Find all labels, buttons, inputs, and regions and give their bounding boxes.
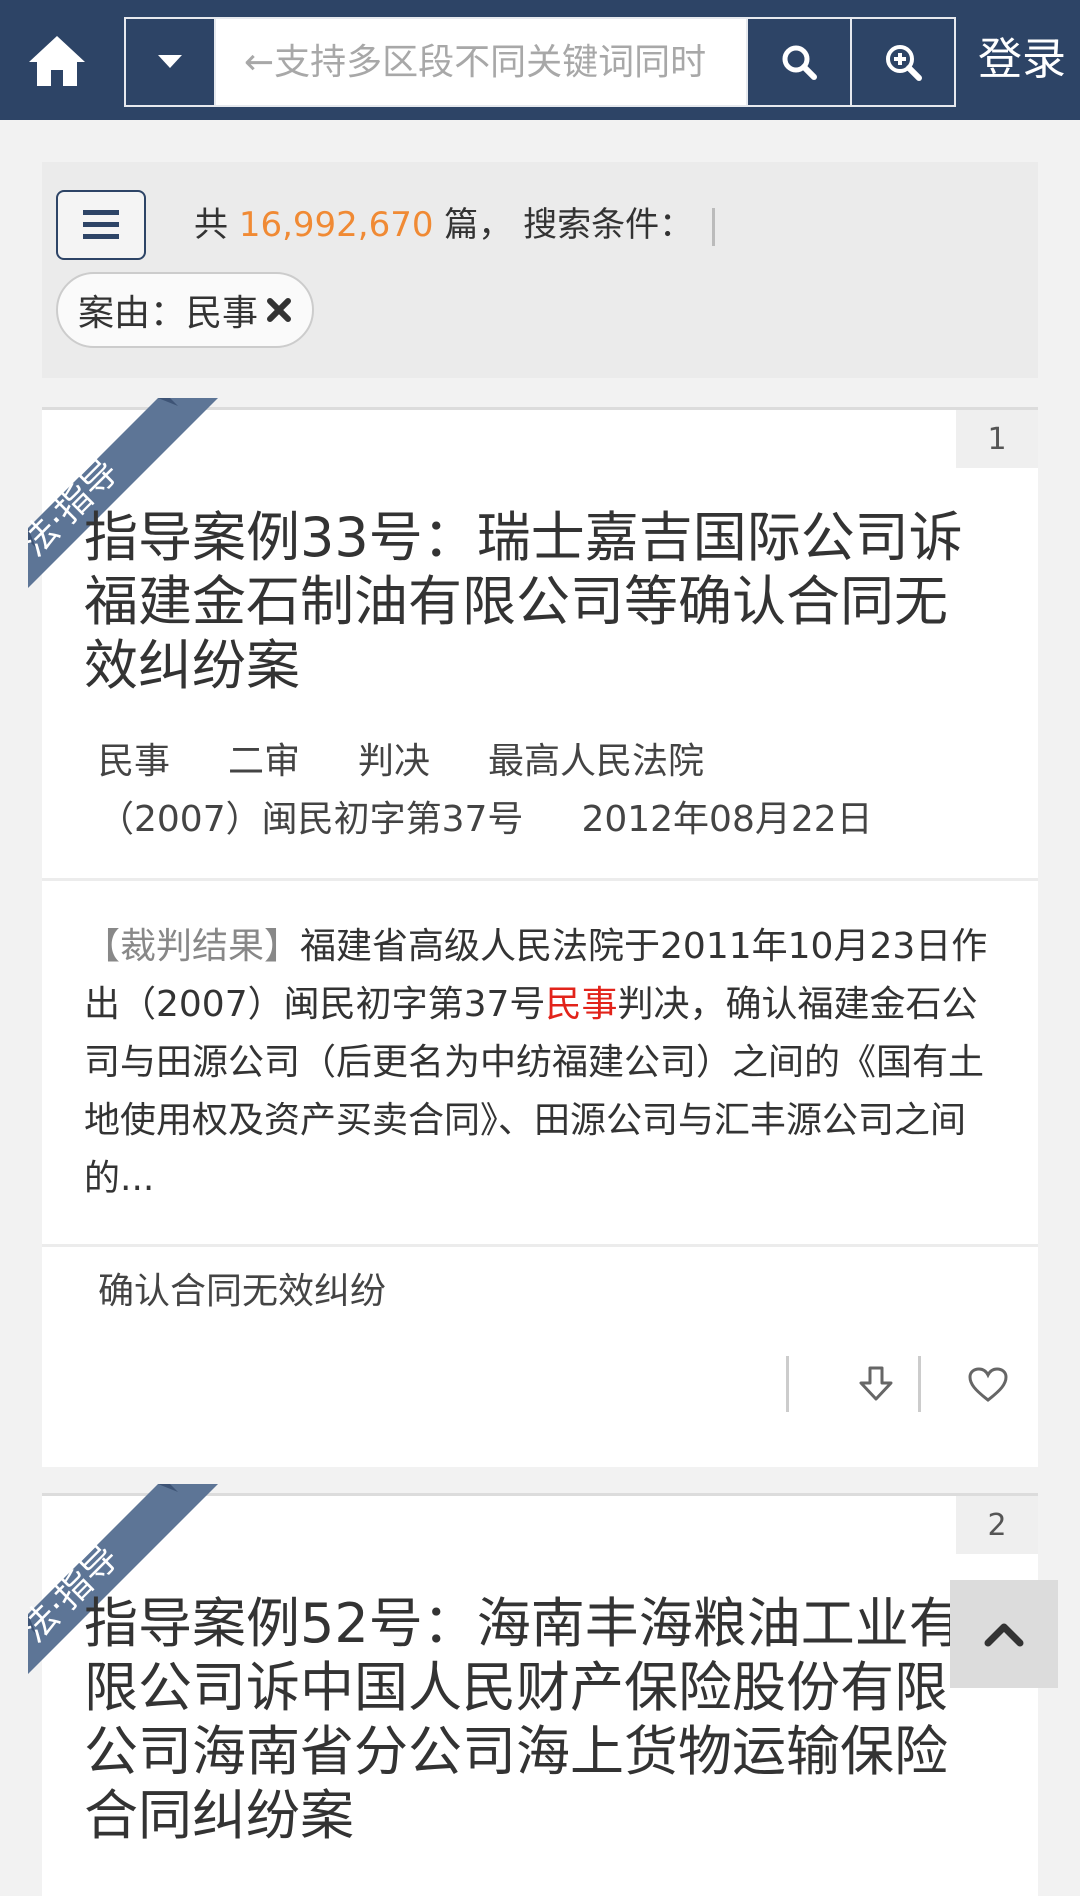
count-value: 16,992,670 (238, 205, 434, 245)
case-meta: 民事 二审 判决 最高人民法院 (98, 732, 762, 784)
heart-icon (968, 1367, 1008, 1402)
login-link[interactable]: 登录 (978, 30, 1066, 90)
divider (42, 1244, 1038, 1247)
filter-tag-label: 案由：民事 (78, 293, 259, 334)
keyword-highlight: 民事 (545, 984, 618, 1025)
menu-button[interactable] (56, 190, 146, 260)
remove-filter-button[interactable] (266, 297, 292, 323)
case-meta-2: （2007）闽民初字第37号 2012年08月22日 (98, 790, 931, 842)
favorite-button[interactable] (958, 1360, 1018, 1410)
case-summary: 【裁判结果】福建省高级人民法院于2011年10月23日作出（2007）闽民初字第… (84, 918, 994, 1208)
count-prefix: 共 (194, 205, 228, 245)
result-count: 共 16,992,670 篇， 搜索条件： (194, 200, 715, 250)
case-number: （2007）闽民初字第37号 (98, 799, 524, 840)
menu-icon (83, 210, 119, 239)
search-icon (782, 45, 817, 80)
filter-panel: 共 16,992,670 篇， 搜索条件： 案由：民事 (42, 162, 1038, 378)
search-input[interactable] (216, 19, 746, 105)
filter-tag[interactable]: 案由：民事 (56, 272, 315, 348)
case-card[interactable]: 法·指导 2 指导案例52号：海南丰海粮油工业有限公司诉中国人民财产保险股份有限… (28, 1484, 1038, 1896)
advanced-search-button[interactable] (850, 19, 954, 105)
close-icon (267, 298, 292, 322)
summary-label: 【裁判结果】 (84, 926, 301, 967)
home-icon (29, 36, 85, 86)
search-button[interactable] (746, 19, 850, 105)
case-topic: 确认合同无效纠纷 (98, 1271, 387, 1312)
action-separator (918, 1356, 921, 1412)
download-button[interactable] (846, 1360, 906, 1410)
home-button[interactable] (22, 26, 92, 96)
result-number: 2 (956, 1496, 1038, 1554)
download-icon (859, 1366, 893, 1401)
judgment-date: 2012年08月22日 (581, 799, 873, 840)
chevron-up-icon (984, 1623, 1024, 1647)
case-title[interactable]: 指导案例52号：海南丰海粮油工业有限公司诉中国人民财产保险股份有限公司海南省分公… (84, 1592, 984, 1848)
zoom-in-icon (886, 45, 922, 81)
search-type-dropdown[interactable] (126, 19, 216, 105)
trial-stage: 二审 (228, 741, 301, 782)
divider (42, 878, 1038, 881)
back-to-top-button[interactable] (950, 1580, 1058, 1688)
document-kind: 判决 (358, 741, 431, 782)
count-suffix: 篇， 搜索条件： (444, 205, 694, 245)
case-type: 民事 (98, 741, 171, 782)
card-actions (758, 1356, 1038, 1416)
result-number: 1 (956, 410, 1038, 468)
caret-down-icon (158, 55, 182, 68)
top-bar: 登录 (0, 0, 1080, 120)
search-bar (124, 17, 956, 107)
text-cursor (711, 207, 715, 246)
action-separator (786, 1356, 789, 1412)
case-card[interactable]: 法·指导 1 指导案例33号：瑞士嘉吉国际公司诉福建金石制油有限公司等确认合同无… (28, 398, 1038, 1467)
court-name: 最高人民法院 (488, 741, 705, 782)
case-title[interactable]: 指导案例33号：瑞士嘉吉国际公司诉福建金石制油有限公司等确认合同无效纠纷案 (84, 506, 984, 698)
